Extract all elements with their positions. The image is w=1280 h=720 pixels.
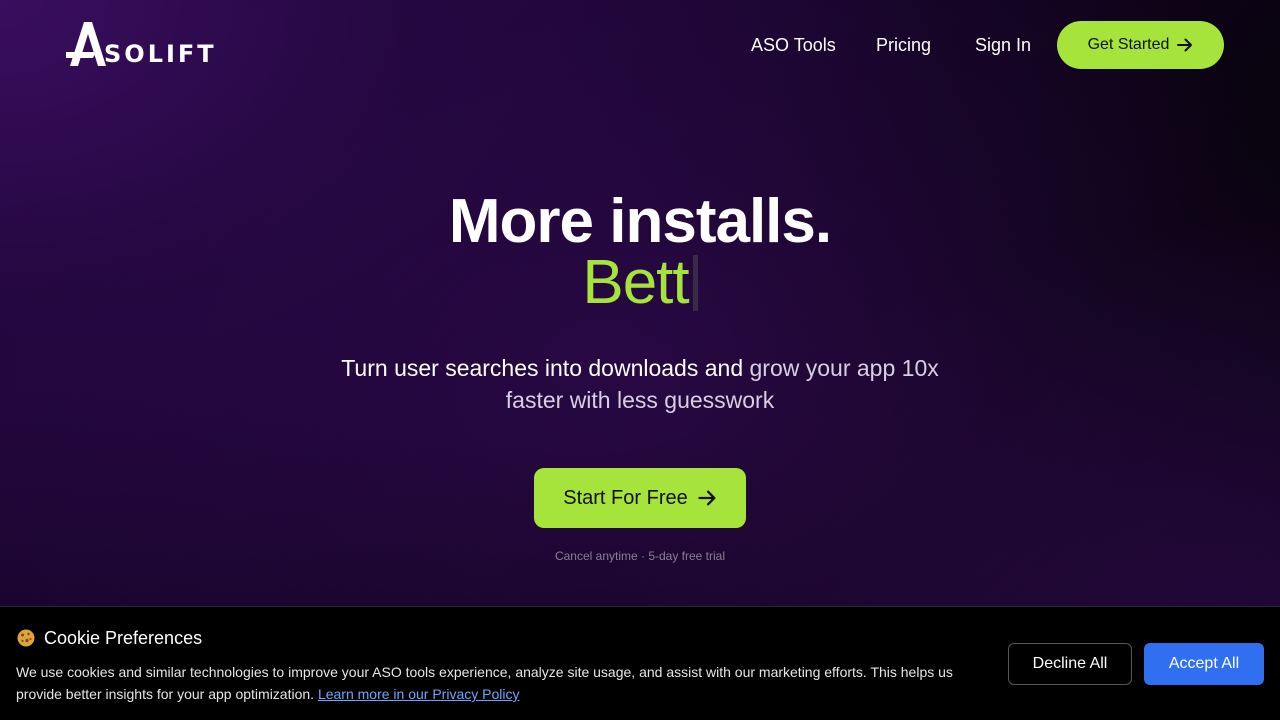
hero-headline: More installs.	[448, 187, 832, 256]
nav-link-sign-in[interactable]: Sign In	[975, 33, 1031, 57]
cookie-title: Cookie Preferences	[16, 627, 202, 649]
arrow-right-icon	[698, 490, 716, 506]
cookie-body: We use cookies and similar technologies …	[16, 661, 976, 705]
cookie-title-text: Cookie Preferences	[44, 628, 203, 648]
accept-all-button[interactable]: Accept All	[1144, 643, 1264, 685]
start-for-free-button[interactable]: Start For Free	[534, 468, 746, 528]
trial-hint: Cancel anytime · 5-day free trial	[554, 549, 726, 563]
hero-subtitle-main: Turn user searches into downloads and	[341, 355, 744, 381]
decline-all-button[interactable]: Decline All	[1008, 643, 1132, 685]
hero-subtitle: Turn user searches into downloads and gr…	[320, 352, 960, 416]
top-nav: SOLIFT ASO Tools Pricing Sign In Get Sta…	[0, 0, 1280, 90]
hero-typed-text: Bett	[582, 248, 689, 317]
cookie-icon	[17, 629, 35, 647]
get-started-button[interactable]: Get Started	[1057, 21, 1224, 69]
privacy-policy-link[interactable]: Learn more in our Privacy Policy	[318, 686, 520, 702]
arrow-right-icon	[1177, 38, 1193, 52]
start-for-free-label: Start For Free	[563, 486, 688, 509]
nav-link-pricing[interactable]: Pricing	[876, 33, 931, 57]
hero-typed-line: Bett	[0, 250, 1280, 316]
cookie-banner: Cookie Preferences We use cookies and si…	[0, 606, 1280, 720]
typing-caret	[692, 255, 698, 311]
nav-link-aso-tools[interactable]: ASO Tools	[751, 33, 836, 57]
get-started-label: Get Started	[1087, 36, 1170, 53]
